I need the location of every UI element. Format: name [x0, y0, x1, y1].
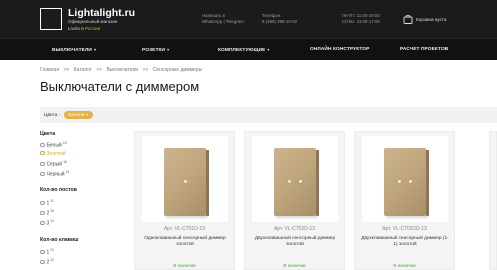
nav-item-components[interactable]: КОМПЛЕКТУЮЩИЕ ▾: [218, 47, 270, 53]
chevron-down-icon: ▾: [167, 47, 170, 52]
filter-option-posts-3[interactable]: 310: [40, 219, 54, 227]
phone-block[interactable]: Телефон 8 (499) 398-10-62: [262, 13, 297, 25]
product-image[interactable]: [142, 136, 228, 222]
option-count: 11: [50, 199, 54, 203]
filter-option-keys-2[interactable]: 210: [40, 258, 54, 266]
nav-label: РАСЧЕТ ПРОЕКТОВ: [400, 47, 449, 52]
site-header: Lightalight.ru Официальный магазин Livol…: [0, 0, 497, 38]
option-label: Белый: [46, 142, 62, 149]
chevron-down-icon: ▾: [93, 47, 97, 52]
contact-messengers[interactable]: Написать в WhatsApp | Telegram: [202, 13, 244, 25]
option-label: 2: [46, 210, 50, 217]
chevron-down-icon: ▾: [267, 47, 270, 52]
option-label: 2: [46, 259, 50, 266]
hours-block: Пн-Пт: 11:00-18:00 Сб-Вс: 11:00-17:00: [342, 13, 380, 25]
filter-option-posts-1[interactable]: 111: [40, 199, 54, 207]
logo-subtitle-2: Livolo в России: [68, 26, 100, 31]
filter-option-posts-2[interactable]: 226: [40, 209, 54, 217]
breadcrumb: Главная >> Каталог >> Выключатели >> Сен…: [40, 67, 205, 73]
product-image[interactable]: [252, 136, 338, 222]
option-label: Черный: [46, 171, 65, 178]
next-product-card-edge[interactable]: [489, 131, 497, 270]
dimmer-panel-image: [274, 148, 319, 216]
breadcrumb-switches[interactable]: Выключатели: [106, 67, 138, 73]
option-count: 16: [63, 160, 67, 164]
nav-label: ВЫКЛЮЧАТЕЛИ: [52, 48, 92, 53]
filter-option-gold[interactable]: Золотой: [40, 150, 66, 157]
active-filter-chip[interactable]: Золотой ✕: [64, 111, 93, 119]
radio-icon: [40, 220, 45, 226]
radio-icon: [40, 142, 45, 148]
product-stock-status: В наличии: [393, 263, 416, 268]
breadcrumb-current: Сенсорные диммеры: [152, 67, 203, 73]
active-filters-bar: Цвета : Золотой ✕: [40, 107, 497, 123]
nav-item-sockets[interactable]: РОЗЕТКИ ▾: [142, 47, 169, 53]
filter-colors-title: Цвета: [40, 131, 56, 137]
product-article: Арт. VL-C702D-13: [273, 226, 316, 232]
product-name[interactable]: Двухклавишный сенсорный диммер золотой: [251, 236, 339, 248]
breadcrumb-separator: >>: [142, 67, 149, 73]
radio-icon: [40, 171, 45, 177]
radio-icon: [40, 161, 45, 167]
product-name[interactable]: Двухклавишный сенсорный диммер (1-1) зол…: [361, 236, 449, 248]
radio-icon: [40, 210, 45, 216]
cart-icon[interactable]: [403, 15, 413, 24]
option-count: 16: [62, 141, 67, 145]
dimmer-panel-image: [384, 148, 429, 216]
product-image[interactable]: [362, 136, 448, 222]
active-filter-label: Цвета :: [44, 113, 61, 118]
radio-icon: [40, 200, 45, 206]
option-count: 10: [50, 258, 55, 262]
breadcrumb-separator: >>: [63, 67, 70, 73]
logo-title[interactable]: Lightalight.ru: [68, 7, 135, 19]
logo-mark[interactable]: [40, 8, 62, 30]
filter-option-keys-1[interactable]: 120: [40, 248, 54, 256]
option-label: 1: [46, 249, 50, 256]
nav-label: КОМПЛЕКТУЮЩИЕ: [218, 48, 266, 53]
option-count: 10: [50, 219, 55, 223]
phone-number[interactable]: 8 (499) 398-10-62: [262, 19, 297, 25]
nav-label: ОНЛАЙН КОНСТРУКТОР: [310, 47, 370, 52]
filter-option-gray[interactable]: Серый16: [40, 160, 67, 168]
nav-item-project-calc[interactable]: РАСЧЕТ ПРОЕКТОВ: [400, 47, 448, 52]
contact-line-2[interactable]: WhatsApp | Telegram: [202, 19, 244, 25]
filter-option-black[interactable]: Черный16: [40, 170, 69, 178]
product-article: Арт. VL-C702DD-13: [382, 226, 427, 232]
main-nav: ВЫКЛЮЧАТЕЛИ ▾ РОЗЕТКИ ▾ КОМПЛЕКТУЮЩИЕ ▾ ОНЛ…: [0, 38, 497, 60]
radio-icon: [40, 249, 45, 255]
nav-item-switches[interactable]: ВЫКЛЮЧАТЕЛИ ▾: [52, 47, 96, 53]
breadcrumb-separator: >>: [96, 67, 103, 73]
logo-subtitle: Официальный магазин: [68, 19, 118, 24]
option-label: 1: [46, 200, 50, 207]
product-card[interactable]: Арт. VL-C701D-13 Одноклавишный сенсорный…: [134, 131, 235, 270]
logo-sub2-highlight: России: [85, 26, 101, 31]
option-count: 26: [50, 209, 55, 213]
product-stock-status: В наличии: [173, 263, 196, 268]
product-card[interactable]: Арт. VL-C702D-13 Двухклавишный сенсорный…: [244, 131, 345, 270]
filter-option-white[interactable]: Белый16: [40, 141, 66, 149]
radio-icon: [40, 150, 45, 156]
breadcrumb-home[interactable]: Главная: [40, 67, 59, 73]
option-label: 3: [46, 220, 50, 227]
breadcrumb-catalog[interactable]: Каталог: [74, 67, 92, 73]
product-article: Арт. VL-C701D-13: [163, 226, 206, 232]
product-name[interactable]: Одноклавишный сенсорный диммер золотой: [141, 236, 229, 248]
product-card[interactable]: Арт. VL-C702DD-13 Двухклавишный сенсорны…: [354, 131, 455, 270]
filter-keys-title: Кол-во клавиш: [40, 237, 79, 243]
logo-sub2-prefix: Livolo в: [68, 26, 84, 31]
nav-label: РОЗЕТКИ: [142, 48, 166, 53]
radio-icon: [40, 259, 45, 265]
option-count: 16: [65, 170, 70, 174]
dimmer-panel-image: [164, 148, 209, 216]
page-title: Выключатели с диммером: [40, 79, 200, 94]
nav-item-online-constructor[interactable]: ОНЛАЙН КОНСТРУКТОР: [310, 47, 369, 52]
option-count: 20: [50, 248, 55, 252]
option-label: Серый: [46, 161, 63, 168]
product-stock-status: В наличии: [283, 263, 306, 268]
option-label: Золотой: [46, 151, 66, 157]
cart-label[interactable]: Корзина пуста: [416, 17, 446, 22]
hours-line-2: Сб-Вс: 11:00-17:00: [342, 19, 380, 24]
filter-posts-title: Кол-во постов: [40, 187, 77, 193]
